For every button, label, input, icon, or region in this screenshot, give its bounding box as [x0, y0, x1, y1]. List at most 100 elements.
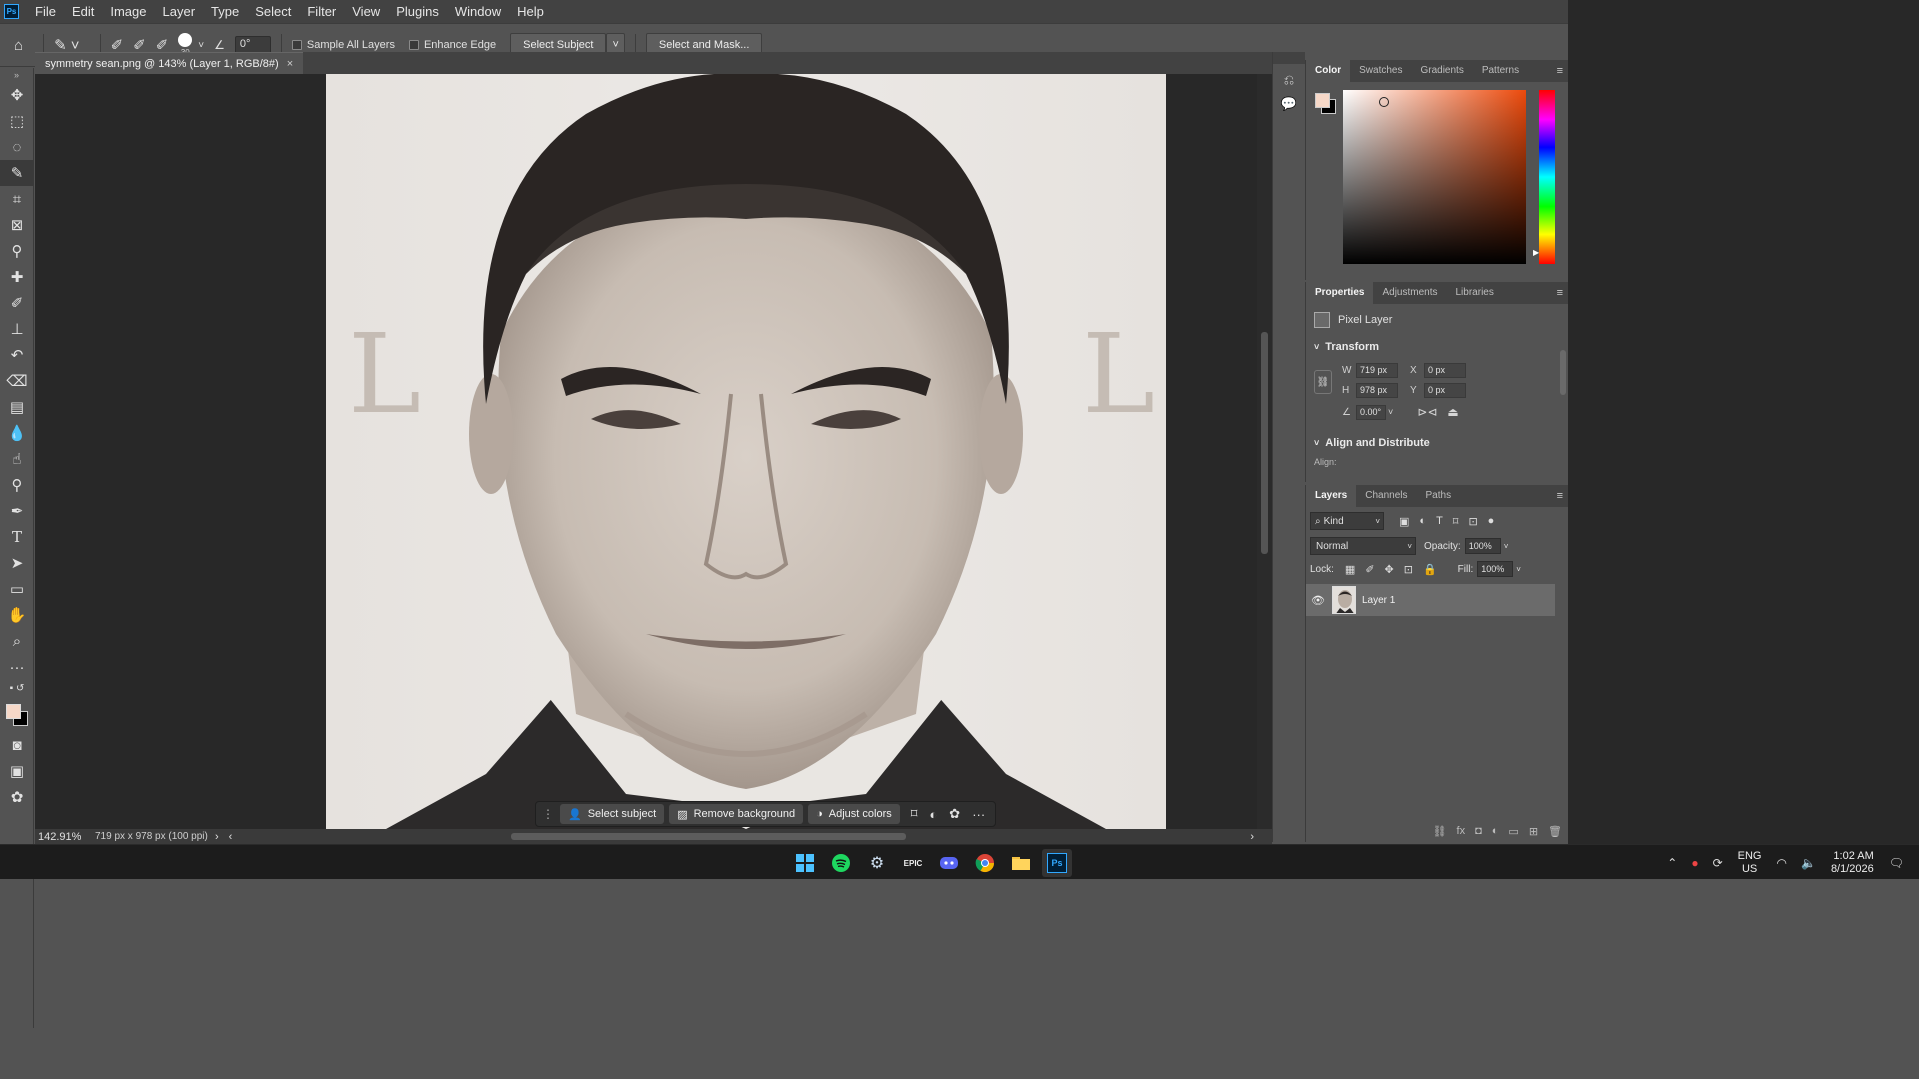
hue-slider[interactable] [1539, 90, 1555, 264]
comments-icon[interactable]: 💬 [1273, 96, 1305, 112]
status-arrow-icon[interactable]: › [215, 831, 219, 843]
document-tab[interactable]: symmetry sean.png @ 143% (Layer 1, RGB/8… [35, 52, 304, 74]
close-tab-icon[interactable]: × [287, 58, 293, 70]
discord-icon[interactable] [934, 849, 964, 877]
reset-colors-icon[interactable]: ▪ ↺ [0, 680, 34, 696]
properties-scroll-thumb[interactable] [1560, 350, 1566, 395]
wifi-icon[interactable]: ◠ [1777, 856, 1787, 870]
menu-view[interactable]: View [344, 0, 388, 23]
panel-menu-icon[interactable]: ≡ [1557, 490, 1563, 502]
filter-shape-icon[interactable]: ⌑ [1453, 515, 1459, 528]
color-panel-foreground-swatch[interactable] [1315, 93, 1330, 108]
history-brush-tool-icon[interactable]: ↶ [0, 342, 34, 368]
menu-select[interactable]: Select [247, 0, 299, 23]
lasso-tool-icon[interactable]: ◌ [0, 134, 34, 160]
panel-menu-icon[interactable]: ≡ [1557, 287, 1563, 299]
steam-icon[interactable]: ⚙ [862, 849, 892, 877]
gradient-tool-icon[interactable]: ▤ [0, 394, 34, 420]
photoshop-taskbar-icon[interactable]: Ps [1042, 849, 1072, 877]
chevron-up-icon[interactable]: ⌃ [1667, 856, 1677, 870]
filter-smart-object-icon[interactable]: ⊡ [1468, 515, 1477, 528]
clock[interactable]: 1:02 AM 8/1/2026 [1831, 850, 1874, 876]
tray-app-icon[interactable]: ● [1691, 856, 1698, 870]
notifications-icon[interactable]: 🗨 [1889, 856, 1904, 870]
hand-tool-icon[interactable]: ✋ [0, 602, 34, 628]
tab-gradients[interactable]: Gradients [1411, 60, 1472, 82]
pasteboard[interactable]: L L ⋮ 👤 Select subject ▨ Remove backgrou… [35, 74, 1257, 829]
flip-vertical-icon[interactable]: ⏏ [1447, 405, 1458, 419]
flip-horizontal-icon[interactable]: ⊳⊲ [1417, 405, 1437, 419]
language-indicator[interactable]: ENG US [1738, 850, 1762, 876]
menu-edit[interactable]: Edit [64, 0, 102, 23]
chrome-icon[interactable] [970, 849, 1000, 877]
tab-color[interactable]: Color [1306, 60, 1351, 82]
path-selection-tool-icon[interactable]: ➤ [0, 550, 34, 576]
file-explorer-icon[interactable] [1006, 849, 1036, 877]
sample-all-layers-checkbox[interactable]: Sample All Layers [291, 39, 395, 51]
history-icon[interactable]: ⎌ [1273, 72, 1305, 88]
menu-image[interactable]: Image [102, 0, 154, 23]
windows-start-icon[interactable] [790, 849, 820, 877]
chevron-down-icon[interactable]: ˅ [198, 40, 204, 51]
horizontal-scroll-thumb[interactable] [511, 833, 906, 840]
type-tool-icon[interactable]: T [0, 524, 34, 550]
tab-layers[interactable]: Layers [1306, 485, 1357, 507]
tab-properties[interactable]: Properties [1306, 282, 1374, 304]
enhance-edge-checkbox[interactable]: Enhance Edge [408, 39, 496, 51]
zoom-tool-icon[interactable]: ⌕ [0, 628, 34, 654]
crop-tool-icon[interactable]: ⌗ [0, 186, 34, 212]
add-mask-icon[interactable]: ◘ [1475, 825, 1482, 838]
more-options-icon[interactable]: ··· [972, 807, 985, 822]
lock-all-icon[interactable]: 🔒 [1423, 563, 1437, 576]
dodge-tool-icon[interactable]: ⚲ [0, 472, 34, 498]
foreground-background-swatches[interactable] [0, 696, 34, 732]
link-dimensions-icon[interactable]: ⛓ [1314, 370, 1332, 394]
tab-adjustments[interactable]: Adjustments [1373, 282, 1446, 304]
x-field[interactable]: 0 px [1424, 362, 1466, 378]
frame-tool-icon[interactable]: ⊠ [0, 212, 34, 238]
half-circle-icon[interactable]: ◐ [929, 807, 937, 822]
menu-layer[interactable]: Layer [155, 0, 204, 23]
layer-style-icon[interactable]: fx [1457, 825, 1466, 838]
vertical-scroll-thumb[interactable] [1261, 332, 1268, 554]
scroll-left-icon[interactable]: ‹ [229, 831, 233, 843]
smudge-tool-icon[interactable]: ☝ [0, 446, 34, 472]
filter-type-icon[interactable]: T [1436, 515, 1443, 527]
scroll-right-icon[interactable]: › [1250, 831, 1254, 843]
eraser-tool-icon[interactable]: ⌫ [0, 368, 34, 394]
lock-image-icon[interactable]: ✐ [1365, 563, 1374, 576]
pen-tool-icon[interactable]: ✒ [0, 498, 34, 524]
foreground-color-swatch[interactable] [6, 704, 21, 719]
select-subject-ctx-button[interactable]: 👤 Select subject [560, 804, 665, 824]
new-layer-icon[interactable]: ⊞ [1529, 825, 1538, 838]
filter-adjustment-icon[interactable]: ◐ [1419, 515, 1426, 527]
angle-dropdown-icon[interactable]: ˅ [1388, 407, 1393, 417]
menu-filter[interactable]: Filter [299, 0, 344, 23]
volume-icon[interactable]: 🔈 [1801, 856, 1816, 870]
generative-icon[interactable]: ✿ [949, 806, 960, 822]
lock-transparent-icon[interactable]: ▦ [1345, 563, 1355, 576]
tab-patterns[interactable]: Patterns [1473, 60, 1528, 82]
clone-stamp-tool-icon[interactable]: ⊥ [0, 316, 34, 342]
remove-background-button[interactable]: ▨ Remove background [669, 804, 804, 824]
move-tool-icon[interactable]: ✥ [0, 82, 34, 108]
lock-artboard-icon[interactable]: ⊡ [1404, 563, 1413, 576]
generative-fill-icon[interactable]: ✿ [0, 784, 34, 810]
layer-name[interactable]: Layer 1 [1362, 595, 1395, 606]
menu-window[interactable]: Window [447, 0, 509, 23]
checkbox-box[interactable] [408, 40, 419, 50]
healing-brush-tool-icon[interactable]: ✚ [0, 264, 34, 290]
visibility-eye-icon[interactable]: 👁 [1306, 594, 1330, 607]
checkbox-box[interactable] [291, 40, 302, 50]
screen-mode-icon[interactable]: ▣ [0, 758, 34, 784]
tab-swatches[interactable]: Swatches [1350, 60, 1411, 82]
chevron-down-icon[interactable]: ˅ [1516, 565, 1521, 574]
link-layers-icon[interactable]: ⛓ [1433, 825, 1447, 838]
drag-handle-icon[interactable]: ⋮ [542, 807, 554, 821]
quick-mask-icon[interactable]: ◙ [0, 732, 34, 758]
more-tools-icon[interactable]: ··· [0, 654, 34, 680]
document-canvas[interactable]: L L [326, 74, 1166, 829]
tab-channels[interactable]: Channels [1356, 485, 1416, 507]
rectangular-marquee-tool-icon[interactable]: ⬚ [0, 108, 34, 134]
y-field[interactable]: 0 px [1424, 382, 1466, 398]
